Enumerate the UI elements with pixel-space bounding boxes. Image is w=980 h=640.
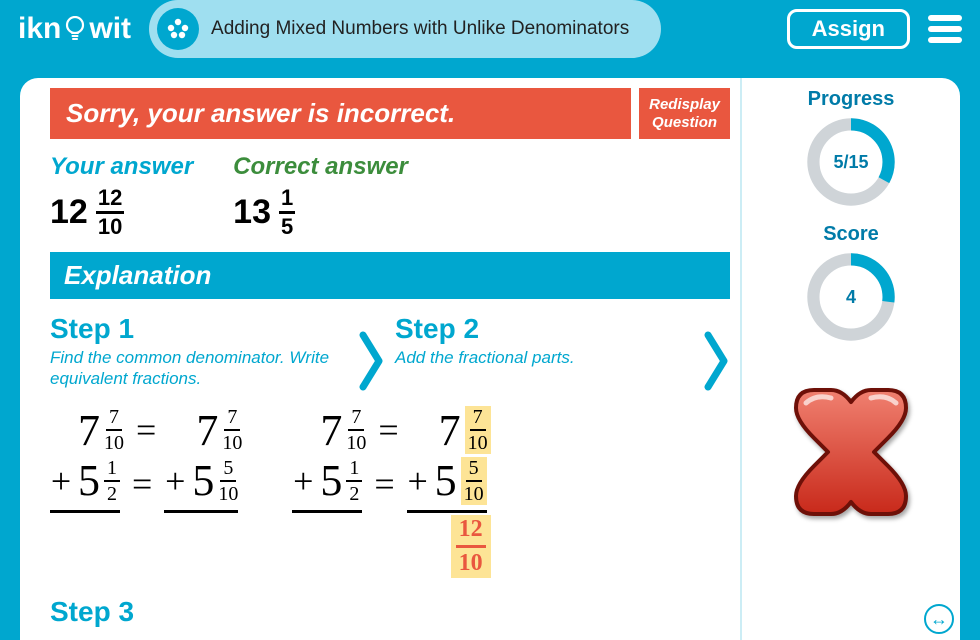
correct-answer-value: 13 1 5 — [233, 187, 408, 238]
your-answer-label: Your answer — [50, 153, 193, 181]
step-2: Step 2 Add the fractional parts. — [395, 313, 694, 391]
lightbulb-icon — [65, 16, 85, 42]
menu-button[interactable] — [928, 15, 962, 43]
correct-answer-whole: 13 — [233, 193, 271, 232]
content-panel: Sorry, your answer is incorrect. Redispl… — [20, 78, 960, 640]
score-dial: 4 — [804, 250, 898, 344]
step-3-title: Step 3 — [50, 596, 740, 628]
explanation-bar: Explanation — [50, 252, 730, 299]
score-value: 4 — [804, 250, 898, 344]
correct-answer-block: Correct answer 13 1 5 — [233, 153, 408, 238]
progress-value: 5/15 — [804, 115, 898, 209]
header-actions: Assign — [787, 9, 962, 49]
progress-label: Progress — [808, 88, 895, 111]
redisplay-line1: Redisplay — [649, 96, 720, 113]
progress-dial: 5/15 — [804, 115, 898, 209]
fraction-sum: 12 10 — [451, 515, 491, 578]
assign-button[interactable]: Assign — [787, 9, 910, 49]
logo[interactable]: ikn wit — [18, 12, 131, 46]
redisplay-question-button[interactable]: Redisplay Question — [639, 88, 730, 139]
score-label: Score — [823, 223, 879, 246]
your-answer-fraction: 12 10 — [96, 187, 124, 238]
your-answer-whole: 12 — [50, 193, 88, 232]
step2-math: 7 710 = 7 710 + 5 12 = — [292, 403, 490, 578]
chevron-right-icon — [359, 313, 385, 391]
correct-answer-label: Correct answer — [233, 153, 408, 181]
chevron-right-icon — [704, 313, 730, 391]
logo-text-left: ikn — [18, 12, 61, 46]
step-1: Step 1 Find the common denominator. Writ… — [50, 313, 349, 391]
step-2-title: Step 2 — [395, 313, 694, 345]
lesson-title: Adding Mixed Numbers with Unlike Denomin… — [211, 18, 629, 40]
incorrect-x-icon — [776, 368, 926, 518]
math-row: 7 710 = 7 710 + 5 12 = — [50, 403, 740, 578]
step1-math: 7 710 = 7 710 + 5 12 = — [50, 403, 242, 578]
app-header: ikn wit Adding Mixed Numbers with Unlike… — [0, 0, 980, 58]
lesson-dots-icon — [157, 8, 199, 50]
steps-row: Step 1 Find the common denominator. Writ… — [50, 313, 730, 391]
lesson-title-pill: Adding Mixed Numbers with Unlike Denomin… — [149, 0, 661, 58]
feedback-row: Sorry, your answer is incorrect. Redispl… — [50, 88, 730, 139]
redisplay-line2: Question — [649, 114, 720, 131]
body-wrap: Sorry, your answer is incorrect. Redispl… — [0, 58, 980, 640]
correct-answer-fraction: 1 5 — [279, 187, 295, 238]
main-column: Sorry, your answer is incorrect. Redispl… — [20, 78, 740, 640]
feedback-message: Sorry, your answer is incorrect. — [50, 88, 631, 139]
step-1-subtitle: Find the common denominator. Write equiv… — [50, 347, 349, 391]
logo-text-right: wit — [89, 12, 131, 46]
step-2-subtitle: Add the fractional parts. — [395, 347, 694, 391]
your-answer-block: Your answer 12 12 10 — [50, 153, 193, 238]
side-column: Progress 5/15 Score 4 — [740, 78, 960, 640]
answers-row: Your answer 12 12 10 Correct answer 13 — [50, 153, 740, 238]
swap-icon: ↔ — [930, 609, 948, 630]
your-answer-value: 12 12 10 — [50, 187, 193, 238]
toggle-layout-button[interactable]: ↔ — [924, 604, 954, 634]
step-1-title: Step 1 — [50, 313, 349, 345]
